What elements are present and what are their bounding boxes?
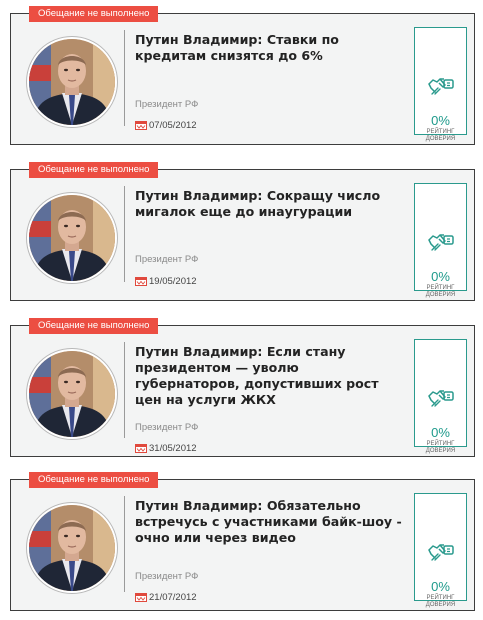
promise-title[interactable]: Путин Владимир: Сокращу число мигалок ещ…: [135, 188, 402, 220]
promise-date: 07/05/2012: [149, 119, 197, 131]
politician-portrait: [29, 195, 115, 281]
author-role: Президент РФ: [135, 571, 199, 582]
status-badge: Обещание не выполнено: [29, 162, 159, 178]
date-row: 31/05/2012: [135, 442, 197, 454]
promise-info: Путин Владимир: Ставки по кредитам снизя…: [124, 30, 402, 131]
promise-date: 21/07/2012: [149, 591, 197, 603]
calendar-icon: [135, 444, 147, 453]
promise-card[interactable]: Обещание не выполнено Путин Владимир: Об…: [10, 472, 475, 611]
trust-rating[interactable]: 0% РЕЙТИНГ ДОВЕРИЯ: [414, 27, 467, 142]
promise-title[interactable]: Путин Владимир: Ставки по кредитам снизя…: [135, 32, 402, 64]
rating-label: РЕЙТИНГ ДОВЕРИЯ: [425, 595, 456, 608]
trust-rating[interactable]: 0% РЕЙТИНГ ДОВЕРИЯ: [414, 183, 467, 298]
rating-label: РЕЙТИНГ ДОВЕРИЯ: [425, 441, 456, 454]
avatar[interactable]: [27, 37, 117, 127]
promise-title[interactable]: Путин Владимир: Если стану президентом —…: [135, 344, 402, 408]
promise-info: Путин Владимир: Если стану президентом —…: [124, 342, 402, 454]
rating-label: РЕЙТИНГ ДОВЕРИЯ: [425, 285, 456, 298]
politician-portrait: [29, 505, 115, 591]
rating-label: РЕЙТИНГ ДОВЕРИЯ: [425, 129, 456, 142]
calendar-icon: [135, 593, 147, 602]
promise-list: Обещание не выполнено Путин Владимир: Ст…: [0, 0, 483, 620]
promise-card[interactable]: Обещание не выполнено Путин Владимир: Ст…: [10, 6, 475, 145]
trust-rating[interactable]: 0% РЕЙТИНГ ДОВЕРИЯ: [414, 339, 467, 454]
date-row: 07/05/2012: [135, 119, 197, 131]
rating-value: 0%: [431, 579, 450, 594]
avatar[interactable]: [27, 349, 117, 439]
date-row: 19/05/2012: [135, 275, 197, 287]
promise-card[interactable]: Обещание не выполнено Путин Владимир: Ес…: [10, 318, 475, 457]
author-role: Президент РФ: [135, 254, 199, 265]
politician-portrait: [29, 39, 115, 125]
promise-date: 19/05/2012: [149, 275, 197, 287]
status-badge: Обещание не выполнено: [29, 318, 159, 334]
calendar-icon: [135, 277, 147, 286]
promise-info: Путин Владимир: Обязательно встречусь с …: [124, 496, 402, 603]
author-role: Президент РФ: [135, 99, 199, 110]
handshake-icon: [428, 544, 454, 561]
rating-value: 0%: [431, 269, 450, 284]
status-badge: Обещание не выполнено: [29, 6, 159, 22]
politician-portrait: [29, 351, 115, 437]
rating-value: 0%: [431, 425, 450, 440]
promise-title[interactable]: Путин Владимир: Обязательно встречусь с …: [135, 498, 402, 546]
promise-date: 31/05/2012: [149, 442, 197, 454]
trust-rating[interactable]: 0% РЕЙТИНГ ДОВЕРИЯ: [414, 493, 467, 608]
date-row: 21/07/2012: [135, 591, 197, 603]
promise-card[interactable]: Обещание не выполнено Путин Владимир: Со…: [10, 162, 475, 301]
avatar[interactable]: [27, 503, 117, 593]
status-badge: Обещание не выполнено: [29, 472, 159, 488]
handshake-icon: [428, 78, 454, 95]
handshake-icon: [428, 234, 454, 251]
promise-info: Путин Владимир: Сокращу число мигалок ещ…: [124, 186, 402, 287]
handshake-icon: [428, 390, 454, 407]
author-role: Президент РФ: [135, 422, 199, 433]
calendar-icon: [135, 121, 147, 130]
avatar[interactable]: [27, 193, 117, 283]
rating-value: 0%: [431, 113, 450, 128]
